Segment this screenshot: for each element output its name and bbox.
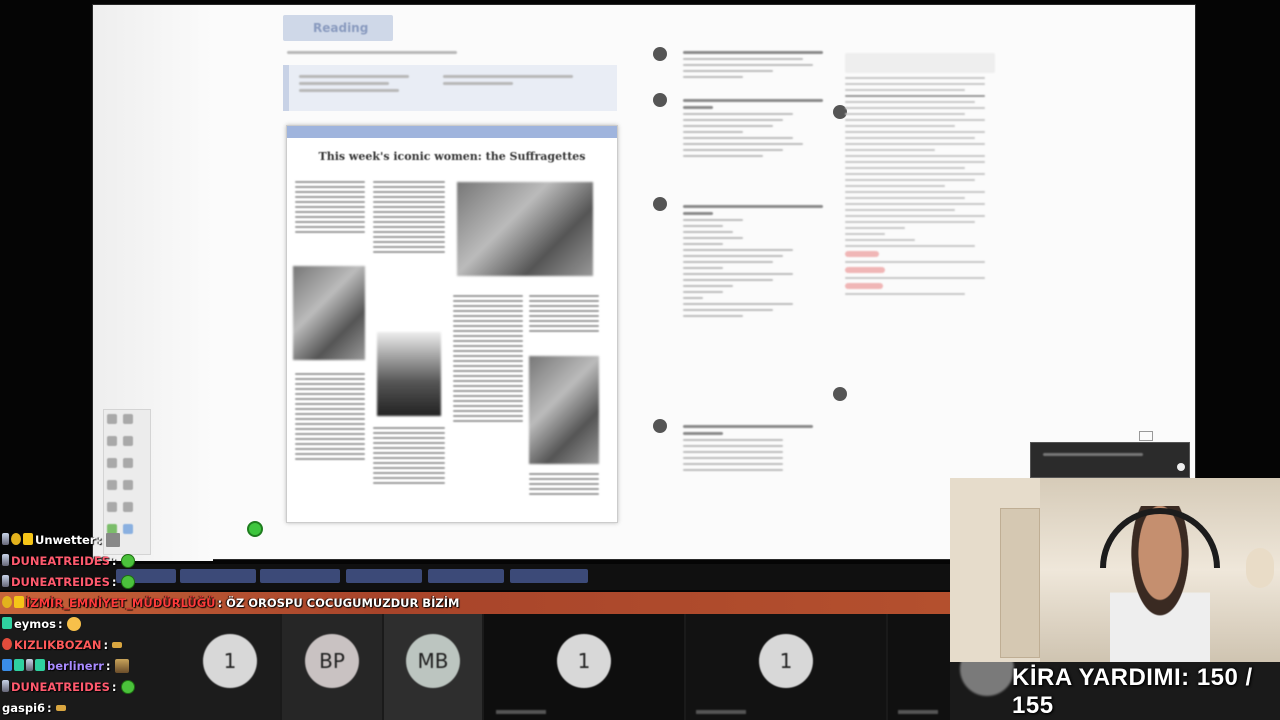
question-block <box>683 421 823 475</box>
chat-separator: : <box>111 680 117 694</box>
article-text-column <box>373 178 445 256</box>
chat-text: ÖZ OROSPU COCUGUMUZDUR BİZİM <box>226 596 460 610</box>
chat-message: DUNEATREIDES: <box>2 575 472 596</box>
chat-separator: : <box>105 659 111 673</box>
blue-badge-icon <box>2 659 12 671</box>
chat-separator: : <box>103 638 109 652</box>
chat-separator: : <box>97 533 103 547</box>
tiny-emote-icon <box>112 642 123 648</box>
toolbar-button[interactable] <box>510 569 588 583</box>
question-number-icon <box>653 419 667 433</box>
article-text-column <box>295 370 365 463</box>
chat-message: berlinerr: <box>2 659 472 680</box>
side-panel <box>845 49 1003 485</box>
question-number-icon <box>653 197 667 211</box>
screen-share-notification[interactable] <box>1030 442 1190 478</box>
chat-username[interactable]: KIZLIKBOZAN <box>14 638 101 652</box>
question-number-icon <box>653 93 667 107</box>
green-emote-icon <box>120 554 135 568</box>
face-emote-icon <box>66 617 81 631</box>
chat-message: Unwetter: <box>2 533 472 554</box>
participant-avatar: 1 <box>759 634 813 688</box>
box-emote-icon <box>106 533 121 547</box>
chat-username[interactable]: Unwetter <box>35 533 95 547</box>
section-title: Reading <box>283 15 393 41</box>
chat-username[interactable]: eymos <box>14 617 56 631</box>
participant-avatar: 1 <box>557 634 611 688</box>
chat-separator: : <box>111 554 117 568</box>
close-icon[interactable] <box>1177 463 1185 471</box>
green-badge-icon <box>35 659 45 671</box>
participant-tile[interactable] <box>888 614 950 720</box>
sword-badge-icon <box>2 680 9 692</box>
sword-badge-icon <box>26 659 33 671</box>
participant-tile[interactable]: 1 <box>686 614 886 720</box>
article-text-column <box>529 470 599 498</box>
participant-name <box>898 710 938 714</box>
question-block <box>683 47 833 82</box>
rent-label: KİRA YARDIMI: <box>1012 664 1190 691</box>
gold-badge-icon <box>2 596 12 608</box>
green-badge-icon <box>14 659 24 671</box>
dartboard <box>1246 548 1274 588</box>
sword-badge-icon <box>2 533 9 545</box>
breadcrumb <box>287 47 467 55</box>
chat-username[interactable]: gaspi6 <box>2 701 45 715</box>
chat-overlay: Unwetter: DUNEATREIDES: DUNEATREIDES: İZMİR… <box>2 533 472 720</box>
participant-tile[interactable]: 1 <box>484 614 684 720</box>
chat-separator: : <box>217 596 223 610</box>
chat-username[interactable]: DUNEATREIDES <box>11 680 110 694</box>
article-text-column <box>373 424 445 487</box>
sword-badge-icon <box>2 554 9 566</box>
question-block <box>683 95 823 161</box>
chat-separator: : <box>47 701 52 715</box>
green-emote-icon <box>120 680 135 694</box>
article-header-bar <box>287 126 617 138</box>
article-photo-group <box>293 266 365 360</box>
participant-name <box>696 710 746 714</box>
tiny-emote-icon <box>55 705 66 711</box>
sword-badge-icon <box>2 575 9 587</box>
chat-message: DUNEATREIDES: <box>2 680 472 701</box>
chat-separator: : <box>111 575 117 589</box>
rent-help-counter: KİRA YARDIMI: 150 / 155 <box>1012 664 1280 719</box>
article-photo-portrait <box>377 332 441 416</box>
chat-message: gaspi6: <box>2 701 472 720</box>
stream-frame: Reading This week's iconic women: the Su… <box>0 0 1280 720</box>
article-photo-banner <box>457 182 593 276</box>
article-text-column <box>453 292 523 425</box>
article-headline: This week's iconic women: the Suffragett… <box>318 150 586 163</box>
pepe-emote-icon <box>114 659 129 673</box>
chat-message: KIZLIKBOZAN: <box>2 638 472 659</box>
streamer-webcam <box>950 478 1280 662</box>
article-text-column <box>529 292 599 335</box>
chat-separator: : <box>58 617 63 631</box>
article-photo-march <box>529 356 599 464</box>
green-badge-icon <box>2 617 12 629</box>
question-block <box>683 201 833 321</box>
participant-name <box>496 710 546 714</box>
article-page: This week's iconic women: the Suffragett… <box>286 125 618 523</box>
red-badge-icon <box>2 638 12 650</box>
question-number-icon <box>653 47 667 61</box>
yellow-badge-icon <box>23 533 33 545</box>
chat-message: eymos: <box>2 617 472 638</box>
chat-username[interactable]: İZMİR_EMNİYET_MÜDÜRLÜĞÜ <box>26 596 215 610</box>
lesson-info-box <box>283 65 617 111</box>
chat-username[interactable]: DUNEATREIDES <box>11 575 110 589</box>
green-emote-icon <box>120 575 135 589</box>
window-icon <box>1139 431 1153 441</box>
gold-badge-icon <box>11 533 21 545</box>
chat-username[interactable]: DUNEATREIDES <box>11 554 110 568</box>
chat-username[interactable]: berlinerr <box>47 659 104 673</box>
chat-message: DUNEATREIDES: <box>2 554 472 575</box>
article-text-column <box>295 178 365 236</box>
webcam-door <box>1000 508 1040 658</box>
chat-message: İZMİR_EMNİYET_MÜDÜRLÜĞÜ: ÖZ OROSPU COCUGU… <box>2 596 472 617</box>
yellow-badge-icon <box>14 596 24 608</box>
